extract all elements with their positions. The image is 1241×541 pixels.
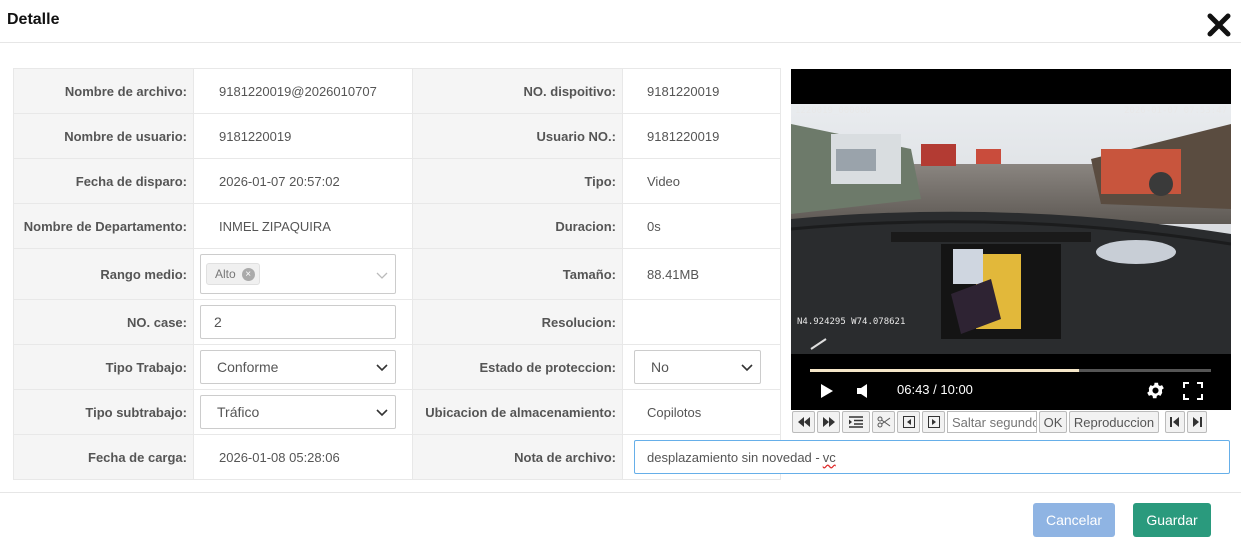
form-row: NO. case: 2 Resolucion:: [13, 299, 781, 345]
user-name-label: Nombre de usuario:: [13, 113, 194, 159]
previous-frame-icon[interactable]: [897, 411, 920, 433]
form-row: Nombre de usuario: 9181220019 Usuario NO…: [13, 113, 781, 159]
skip-end-icon[interactable]: [1187, 411, 1207, 433]
file-name-label: Nombre de archivo:: [13, 68, 194, 114]
case-no-input[interactable]: 2: [200, 305, 396, 339]
duration-value: 0s: [622, 203, 781, 249]
type-label: Tipo:: [412, 158, 623, 204]
work-type-cell: Conforme: [193, 344, 413, 390]
upload-date-value: 2026-01-08 05:28:06: [193, 434, 413, 480]
device-no-label: NO. dispoitivo:: [412, 68, 623, 114]
video-player[interactable]: 1220019_000000 2026-01-07 07:53:47 N4.92…: [791, 69, 1231, 410]
osd-device: 1220019_000000: [795, 106, 871, 116]
type-value: Video: [622, 158, 781, 204]
user-no-label: Usuario NO.:: [412, 113, 623, 159]
settings-gear-icon[interactable]: [1145, 380, 1166, 406]
fast-forward-icon[interactable]: [817, 411, 840, 433]
chevron-down-icon: [375, 360, 389, 374]
save-button[interactable]: Guardar: [1133, 503, 1211, 537]
video-progress[interactable]: [810, 369, 1211, 372]
duration-label: Duracion:: [412, 203, 623, 249]
work-type-label: Tipo Trabajo:: [13, 344, 194, 390]
trigger-date-value: 2026-01-07 20:57:02: [193, 158, 413, 204]
file-note-input[interactable]: desplazamiento sin novedad - vc: [634, 440, 1230, 474]
rewind-icon[interactable]: [792, 411, 815, 433]
form-row: Nombre de Departamento: INMEL ZIPAQUIRA …: [13, 203, 781, 249]
range-cell: Alto ×: [193, 248, 413, 300]
form-row: Nombre de archivo: 9181220019@2026010707…: [13, 68, 781, 114]
detail-form: Nombre de archivo: 9181220019@2026010707…: [13, 68, 1230, 480]
play-icon[interactable]: [820, 383, 834, 404]
protection-value: No: [651, 359, 669, 375]
storage-value: Copilotos: [622, 389, 781, 435]
osd-gps: N4.924295 W74.078621: [797, 317, 906, 327]
form-row: Fecha de carga: 2026-01-08 05:28:06 Nota…: [13, 434, 1230, 480]
fullscreen-icon[interactable]: [1183, 382, 1203, 405]
scissors-icon[interactable]: [872, 411, 895, 433]
trigger-date-label: Fecha de disparo:: [13, 158, 194, 204]
work-subtype-value: Tráfico: [217, 404, 260, 420]
close-icon[interactable]: [1206, 12, 1232, 38]
video-progress-fill: [810, 369, 1080, 372]
file-note-cell: desplazamiento sin novedad - vc: [622, 434, 1230, 480]
chevron-down-icon: [375, 405, 389, 419]
range-multiselect[interactable]: Alto ×: [200, 254, 396, 294]
seek-seconds-input[interactable]: [947, 411, 1037, 433]
chevron-down-icon: [375, 268, 389, 282]
video-toolbar: OK Reproduccion: [791, 410, 1231, 434]
storage-label: Ubicacion de almacenamiento:: [412, 389, 623, 435]
case-no-cell: 2: [193, 299, 413, 345]
playback-button[interactable]: Reproduccion: [1069, 411, 1159, 433]
ok-button[interactable]: OK: [1039, 411, 1067, 433]
case-no-label: NO. case:: [13, 299, 194, 345]
footer-divider: [0, 492, 1241, 493]
file-note-text: desplazamiento sin novedad -: [647, 449, 820, 465]
device-no-value: 9181220019: [622, 68, 781, 114]
dialog-header: Detalle: [0, 0, 1241, 43]
work-subtype-select[interactable]: Tráfico: [200, 395, 396, 429]
department-value: INMEL ZIPAQUIRA: [193, 203, 413, 249]
size-value: 88.41MB: [622, 248, 781, 300]
size-label: Tamaño:: [412, 248, 623, 300]
work-type-value: Conforme: [217, 359, 279, 375]
work-subtype-cell: Tráfico: [193, 389, 413, 435]
protection-label: Estado de proteccion:: [412, 344, 623, 390]
range-tag-label: Alto: [215, 267, 236, 281]
video-frame[interactable]: 1220019_000000 2026-01-07 07:53:47 N4.92…: [791, 104, 1231, 354]
video-time: 06:43 / 10:00: [897, 382, 973, 397]
form-row: Fecha de disparo: 2026-01-07 20:57:02 Ti…: [13, 158, 781, 204]
cancel-button[interactable]: Cancelar: [1033, 503, 1115, 537]
volume-icon[interactable]: [856, 383, 870, 404]
work-type-select[interactable]: Conforme: [200, 350, 396, 384]
range-tag: Alto ×: [206, 263, 260, 285]
work-subtype-label: Tipo subtrabajo:: [13, 389, 194, 435]
next-frame-icon[interactable]: [922, 411, 945, 433]
file-note-label: Nota de archivo:: [412, 434, 623, 480]
form-row: Rango medio: Alto × Tamaño: 88.41MB: [13, 248, 781, 300]
resolution-label: Resolucion:: [412, 299, 623, 345]
osd-datetime: 2026-01-07 07:53:47: [1124, 106, 1227, 116]
form-row: Tipo subtrabajo: Tráfico Ubicacion de al…: [13, 389, 781, 435]
file-note-tail: vc: [822, 449, 836, 465]
dialog-title: Detalle: [7, 11, 60, 28]
department-label: Nombre de Departamento:: [13, 203, 194, 249]
form-row: Tipo Trabajo: Conforme Estado de protecc…: [13, 344, 781, 390]
remove-tag-icon[interactable]: ×: [241, 267, 255, 281]
range-label: Rango medio:: [13, 248, 194, 300]
skip-start-icon[interactable]: [1165, 411, 1185, 433]
user-no-value: 9181220019: [622, 113, 781, 159]
playlist-icon[interactable]: [842, 411, 870, 433]
protection-cell: No: [622, 344, 781, 390]
upload-date-label: Fecha de carga:: [13, 434, 194, 480]
user-name-value: 9181220019: [193, 113, 413, 159]
protection-select[interactable]: No: [634, 350, 761, 384]
file-name-value: 9181220019@2026010707: [193, 68, 413, 114]
resolution-value: [622, 299, 781, 345]
chevron-down-icon: [740, 360, 754, 374]
